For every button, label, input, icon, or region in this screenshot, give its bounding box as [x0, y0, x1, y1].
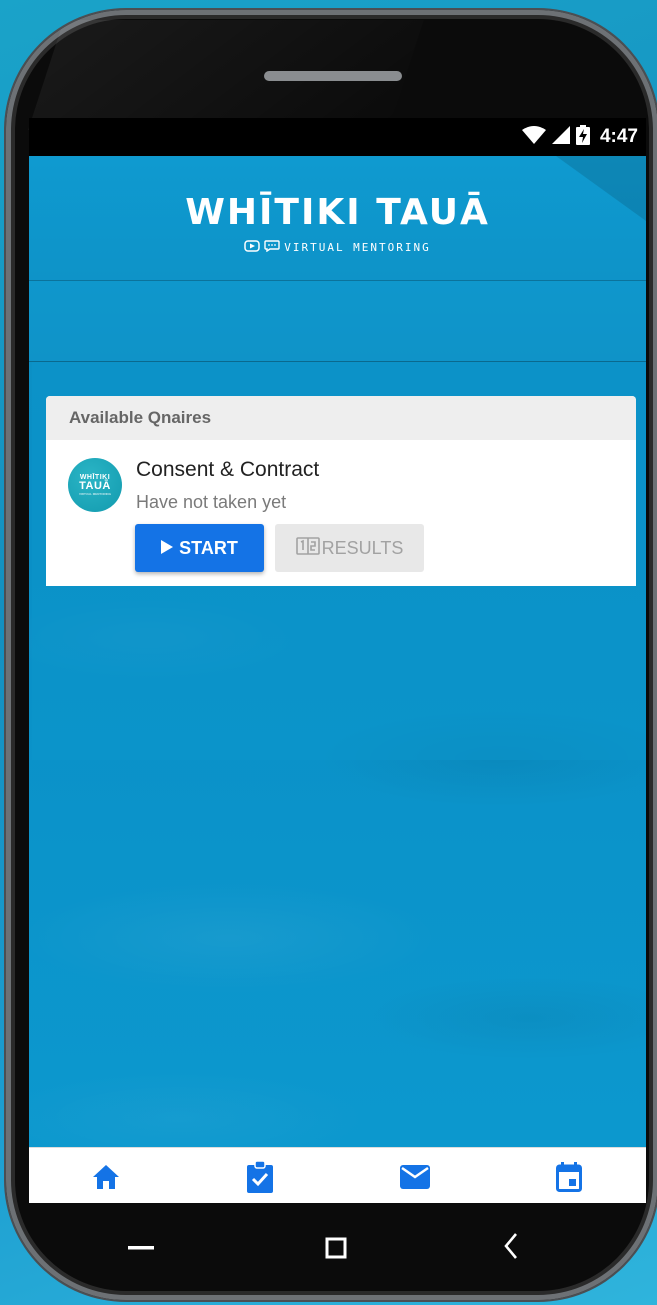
- results-button-label: RESULTS: [321, 537, 404, 558]
- app-header: WHĪTIKI TAUĀ VIRTUAL MENTORING: [29, 156, 646, 281]
- qnaires-heading: Available Qnaires: [46, 396, 636, 440]
- bottom-nav: [29, 1147, 646, 1203]
- app-logo-subtitle: VIRTUAL MENTORING: [29, 240, 646, 255]
- status-time: 4:47: [599, 126, 638, 147]
- video-icon: [244, 240, 260, 255]
- system-nav-bar: [6, 1203, 657, 1298]
- system-back-button[interactable]: [486, 1223, 536, 1273]
- phone-speaker: [264, 71, 402, 81]
- nav-calendar[interactable]: [539, 1154, 599, 1203]
- dash-icon: [128, 1237, 154, 1255]
- avatar-line-3: VIRTUAL MENTORING: [78, 492, 112, 496]
- square-icon: [325, 1237, 347, 1264]
- nav-home[interactable]: [76, 1154, 136, 1203]
- chat-icon: [264, 240, 280, 255]
- system-home-button[interactable]: [311, 1225, 361, 1275]
- app-screen: 4:47 WHĪTIKI TAUĀ VIRTUAL MENTORING Avai…: [29, 118, 646, 1203]
- list-item: WHĪTIKI TAUĀ VIRTUAL MENTORING Consent &…: [46, 440, 636, 586]
- mail-icon: [399, 1164, 430, 1194]
- status-bar: 4:47: [29, 118, 646, 156]
- phone-frame: 4:47 WHĪTIKI TAUĀ VIRTUAL MENTORING Avai…: [6, 10, 657, 1300]
- start-button[interactable]: START: [135, 524, 264, 572]
- results-button[interactable]: RESULTS: [275, 524, 424, 572]
- battery-charging-icon: [575, 124, 590, 150]
- qnaire-title: Consent & Contract: [136, 458, 320, 481]
- results-icon: [295, 536, 320, 560]
- home-icon: [92, 1164, 120, 1195]
- nav-questionnaires[interactable]: [230, 1154, 290, 1203]
- calendar-icon: [555, 1161, 582, 1197]
- subtitle-text: VIRTUAL MENTORING: [284, 241, 431, 254]
- sub-header-band: [29, 281, 646, 362]
- chevron-left-icon: [503, 1232, 519, 1265]
- status-icons: 4:47: [521, 124, 638, 150]
- qnaire-avatar: WHĪTIKI TAUĀ VIRTUAL MENTORING: [68, 458, 122, 512]
- play-icon: [161, 538, 174, 559]
- signal-icon: [551, 125, 570, 149]
- wifi-icon: [521, 125, 546, 149]
- qnaire-status: Have not taken yet: [136, 492, 287, 512]
- app-logo-title: WHĪTIKI TAUĀ: [185, 192, 490, 233]
- start-button-label: START: [179, 537, 238, 558]
- system-minimize-button[interactable]: [116, 1221, 166, 1271]
- qnaires-card: Available Qnaires WHĪTIKI TAUĀ VIRTUAL M…: [46, 396, 636, 586]
- avatar-line-2: TAUĀ: [79, 480, 111, 492]
- clipboard-check-icon: [247, 1159, 274, 1198]
- nav-messages[interactable]: [385, 1154, 445, 1203]
- main-content: Available Qnaires WHĪTIKI TAUĀ VIRTUAL M…: [32, 362, 646, 760]
